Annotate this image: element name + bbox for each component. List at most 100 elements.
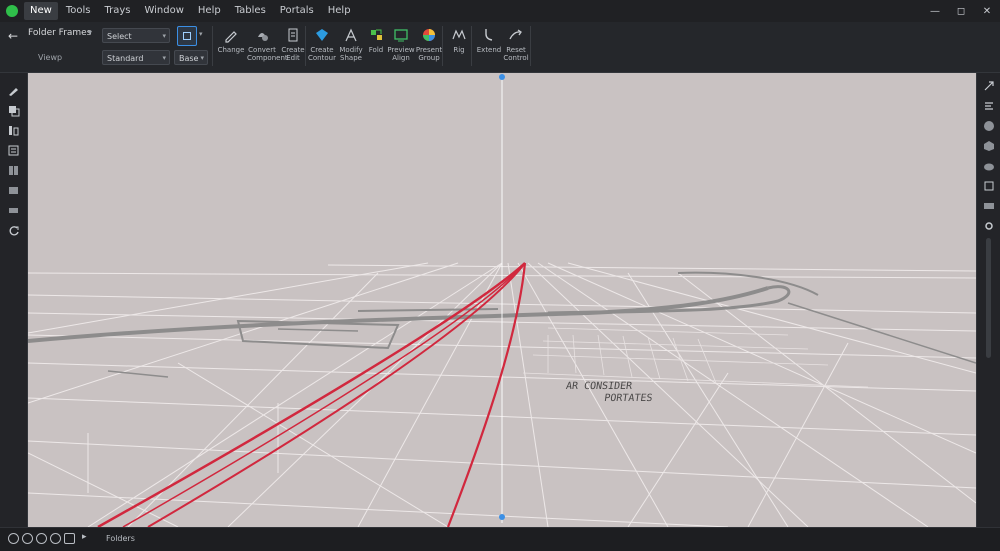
ground-label-line-1: AR CONSIDER xyxy=(565,381,634,392)
style-value: Standard xyxy=(107,54,144,63)
copy-icon[interactable] xyxy=(6,103,21,118)
bend-icon xyxy=(485,29,493,41)
color-wheel-icon xyxy=(423,29,435,41)
menu-portals[interactable]: Portals xyxy=(274,2,320,20)
maximize-button[interactable]: ◻ xyxy=(948,0,974,22)
close-button[interactable]: ✕ xyxy=(974,0,1000,22)
tool-label: Preview Align xyxy=(387,46,415,62)
list-icon[interactable] xyxy=(6,143,21,158)
back-arrow-icon[interactable]: ← xyxy=(8,29,18,43)
scene-canvas[interactable]: AR CONSIDER PORTATES xyxy=(28,73,976,527)
split-icon xyxy=(345,28,357,42)
tool-label: Convert Component xyxy=(247,46,288,62)
tool-present-group[interactable]: Present Group xyxy=(414,25,444,69)
left-toolbar xyxy=(0,73,28,527)
settings-icon[interactable] xyxy=(982,219,996,233)
brush-icon[interactable] xyxy=(6,83,21,98)
wave-icon xyxy=(452,29,466,40)
tool-label: Create Edit xyxy=(281,46,305,62)
chevron-down-icon: ▾ xyxy=(162,54,166,62)
grid-icon[interactable] xyxy=(6,163,21,178)
tool-create-contour[interactable]: Create Contour xyxy=(307,25,337,69)
document-subtitle: Viewp xyxy=(38,53,63,62)
grid-tool-icon xyxy=(371,29,382,40)
right-toolbar xyxy=(976,73,1000,527)
menu-window[interactable]: Window xyxy=(138,2,189,20)
ribbon-separator xyxy=(530,26,531,66)
status-bar: ▸ Folders xyxy=(0,527,1000,551)
tool-extend[interactable]: Extend xyxy=(474,25,504,69)
rotate-icon[interactable] xyxy=(6,223,21,238)
chevron-down-icon[interactable]: ▾ xyxy=(88,28,92,37)
app-logo xyxy=(6,5,18,17)
chevron-down-icon: ▾ xyxy=(200,54,204,62)
sphere-icon[interactable] xyxy=(982,119,996,133)
status-snap-icon[interactable] xyxy=(22,533,33,544)
3d-viewport[interactable]: AR CONSIDER PORTATES xyxy=(28,73,976,527)
status-text: Folders xyxy=(106,534,135,543)
sort-icon[interactable] xyxy=(982,99,996,113)
tool-rig[interactable]: Rig xyxy=(444,25,474,69)
menu-trays[interactable]: Trays xyxy=(98,2,136,20)
base-value: Base xyxy=(179,54,199,63)
monitor-icon xyxy=(394,29,408,42)
vertical-scrollbar[interactable] xyxy=(986,238,991,358)
cloud-icon[interactable] xyxy=(982,159,996,173)
status-camera-icon[interactable] xyxy=(64,533,75,544)
title-bar: New Tools Trays Window Help Tables Porta… xyxy=(0,0,1000,23)
cube-icon[interactable] xyxy=(982,139,996,153)
pencil-icon xyxy=(225,31,237,43)
menu-bar: New Tools Trays Window Help Tables Porta… xyxy=(24,2,357,20)
ground-label-line-2: PORTATES xyxy=(603,393,653,404)
curve-arrow-icon xyxy=(509,29,522,40)
menu-tables[interactable]: Tables xyxy=(229,2,272,20)
minimize-button[interactable]: — xyxy=(922,0,948,22)
ribbon-separator xyxy=(442,26,443,66)
ribbon-toolbar: ← Folder Frames ▾ Viewp Select ▾ Standar… xyxy=(0,22,1000,73)
axis-handle-bottom[interactable] xyxy=(499,514,505,520)
document-name[interactable]: Folder Frames xyxy=(28,28,91,38)
tool-convert-component[interactable]: Convert Component xyxy=(247,25,288,69)
ribbon-separator xyxy=(305,26,306,66)
axis-handle-top[interactable] xyxy=(499,74,505,80)
tool-create-edit[interactable]: Create Edit xyxy=(278,25,308,69)
shape-icon xyxy=(258,33,268,41)
status-ortho-icon[interactable] xyxy=(50,533,61,544)
status-record-icon[interactable] xyxy=(8,533,19,544)
base-dropdown[interactable]: Base ▾ xyxy=(174,50,208,65)
document-icon xyxy=(288,28,298,42)
menu-help[interactable]: Help xyxy=(192,2,227,20)
style-dropdown[interactable]: Standard ▾ xyxy=(102,50,170,65)
tool-label: Create Contour xyxy=(308,46,336,62)
tool-label: Extend xyxy=(476,46,502,54)
chevron-down-icon: ▾ xyxy=(162,32,166,40)
tool-preview-align[interactable]: Preview Align xyxy=(386,25,416,69)
ribbon-separator xyxy=(471,26,472,66)
tool-label: Present Group xyxy=(415,46,443,62)
cube-icon xyxy=(316,29,328,41)
expand-icon[interactable] xyxy=(982,79,996,93)
layers-icon[interactable] xyxy=(6,123,21,138)
panel-icon[interactable] xyxy=(982,199,996,213)
frame-icon xyxy=(183,32,191,40)
tool-label: Rig xyxy=(453,46,465,54)
tool-label: Reset Control xyxy=(503,46,529,62)
rectangle-icon[interactable] xyxy=(6,203,21,218)
tool-change[interactable]: Change xyxy=(216,25,246,69)
frame-icon[interactable] xyxy=(982,179,996,193)
chevron-down-icon[interactable]: ▾ xyxy=(199,30,203,38)
panel-icon[interactable] xyxy=(6,183,21,198)
ribbon-separator xyxy=(212,26,213,66)
select-mode-dropdown[interactable]: Select ▾ xyxy=(102,28,170,43)
select-mode-value: Select xyxy=(107,32,132,41)
tool-label: Change xyxy=(217,46,245,54)
ground-grid-fine xyxy=(522,327,869,388)
menu-new[interactable]: New xyxy=(24,2,58,20)
status-arrow-icon[interactable]: ▸ xyxy=(82,532,87,542)
menu-tools[interactable]: Tools xyxy=(60,2,97,20)
window-controls: — ◻ ✕ xyxy=(922,0,1000,22)
menu-help-2[interactable]: Help xyxy=(322,2,357,20)
view-toggle-button[interactable] xyxy=(177,26,197,46)
tool-reset-control[interactable]: Reset Control xyxy=(501,25,531,69)
status-grid-icon[interactable] xyxy=(36,533,47,544)
